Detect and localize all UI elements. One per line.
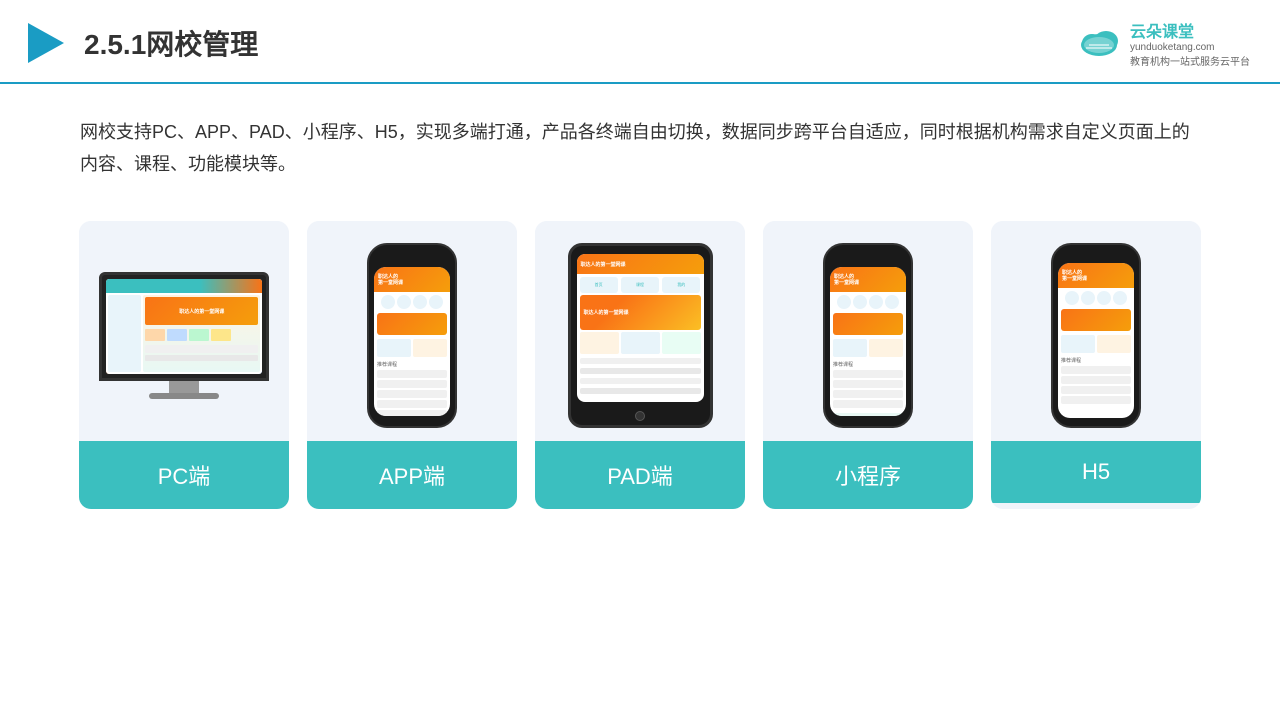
card-app: 职达人的第一堂网课 推 — [307, 221, 517, 509]
header-left: 2.5.1网校管理 — [20, 19, 258, 67]
card-pc-label: PC端 — [79, 441, 289, 509]
app-phone-icon: 职达人的第一堂网课 推 — [367, 243, 457, 428]
card-h5: 职达人的第一堂网课 推 — [991, 221, 1201, 509]
card-pad-image: 职达人的第一堂网课 首页 课程 我的 职达人的第一堂网课 — [535, 221, 745, 441]
logo-area: 云朵课堂 yunduoketang.com 教育机构一站式服务云平台 — [1074, 18, 1250, 68]
play-icon — [20, 19, 68, 67]
h5-phone-icon: 职达人的第一堂网课 推 — [1051, 243, 1141, 428]
page-header: 2.5.1网校管理 云朵课堂 yunduoketang.com 教育机构一站式服… — [0, 0, 1280, 84]
logo-url: yunduoketang.com — [1130, 42, 1215, 53]
card-mini: 职达人的第一堂网课 推 — [763, 221, 973, 509]
cloud-logo-icon — [1074, 23, 1124, 63]
card-mini-label: 小程序 — [763, 441, 973, 509]
logo-tagline: 教育机构一站式服务云平台 — [1130, 53, 1250, 68]
description-text: 网校支持PC、APP、PAD、小程序、H5，实现多端打通，产品各终端自由切换，数… — [0, 84, 1280, 201]
pad-tablet-icon: 职达人的第一堂网课 首页 课程 我的 职达人的第一堂网课 — [568, 243, 713, 428]
mini-phone-icon: 职达人的第一堂网课 推 — [823, 243, 913, 428]
cards-container: 职达人的第一堂网课 — [0, 201, 1280, 539]
logo-name: 云朵课堂 — [1130, 18, 1194, 42]
logo-text: 云朵课堂 yunduoketang.com 教育机构一站式服务云平台 — [1130, 18, 1250, 68]
card-pad: 职达人的第一堂网课 首页 课程 我的 职达人的第一堂网课 — [535, 221, 745, 509]
card-mini-image: 职达人的第一堂网课 推 — [763, 221, 973, 441]
card-app-label: APP端 — [307, 441, 517, 509]
card-h5-image: 职达人的第一堂网课 推 — [991, 221, 1201, 441]
card-app-image: 职达人的第一堂网课 推 — [307, 221, 517, 441]
card-pc-image: 职达人的第一堂网课 — [79, 221, 289, 441]
card-h5-label: H5 — [991, 441, 1201, 503]
pc-monitor-icon: 职达人的第一堂网课 — [99, 272, 269, 399]
page-title: 2.5.1网校管理 — [84, 23, 258, 63]
card-pad-label: PAD端 — [535, 441, 745, 509]
card-pc: 职达人的第一堂网课 — [79, 221, 289, 509]
